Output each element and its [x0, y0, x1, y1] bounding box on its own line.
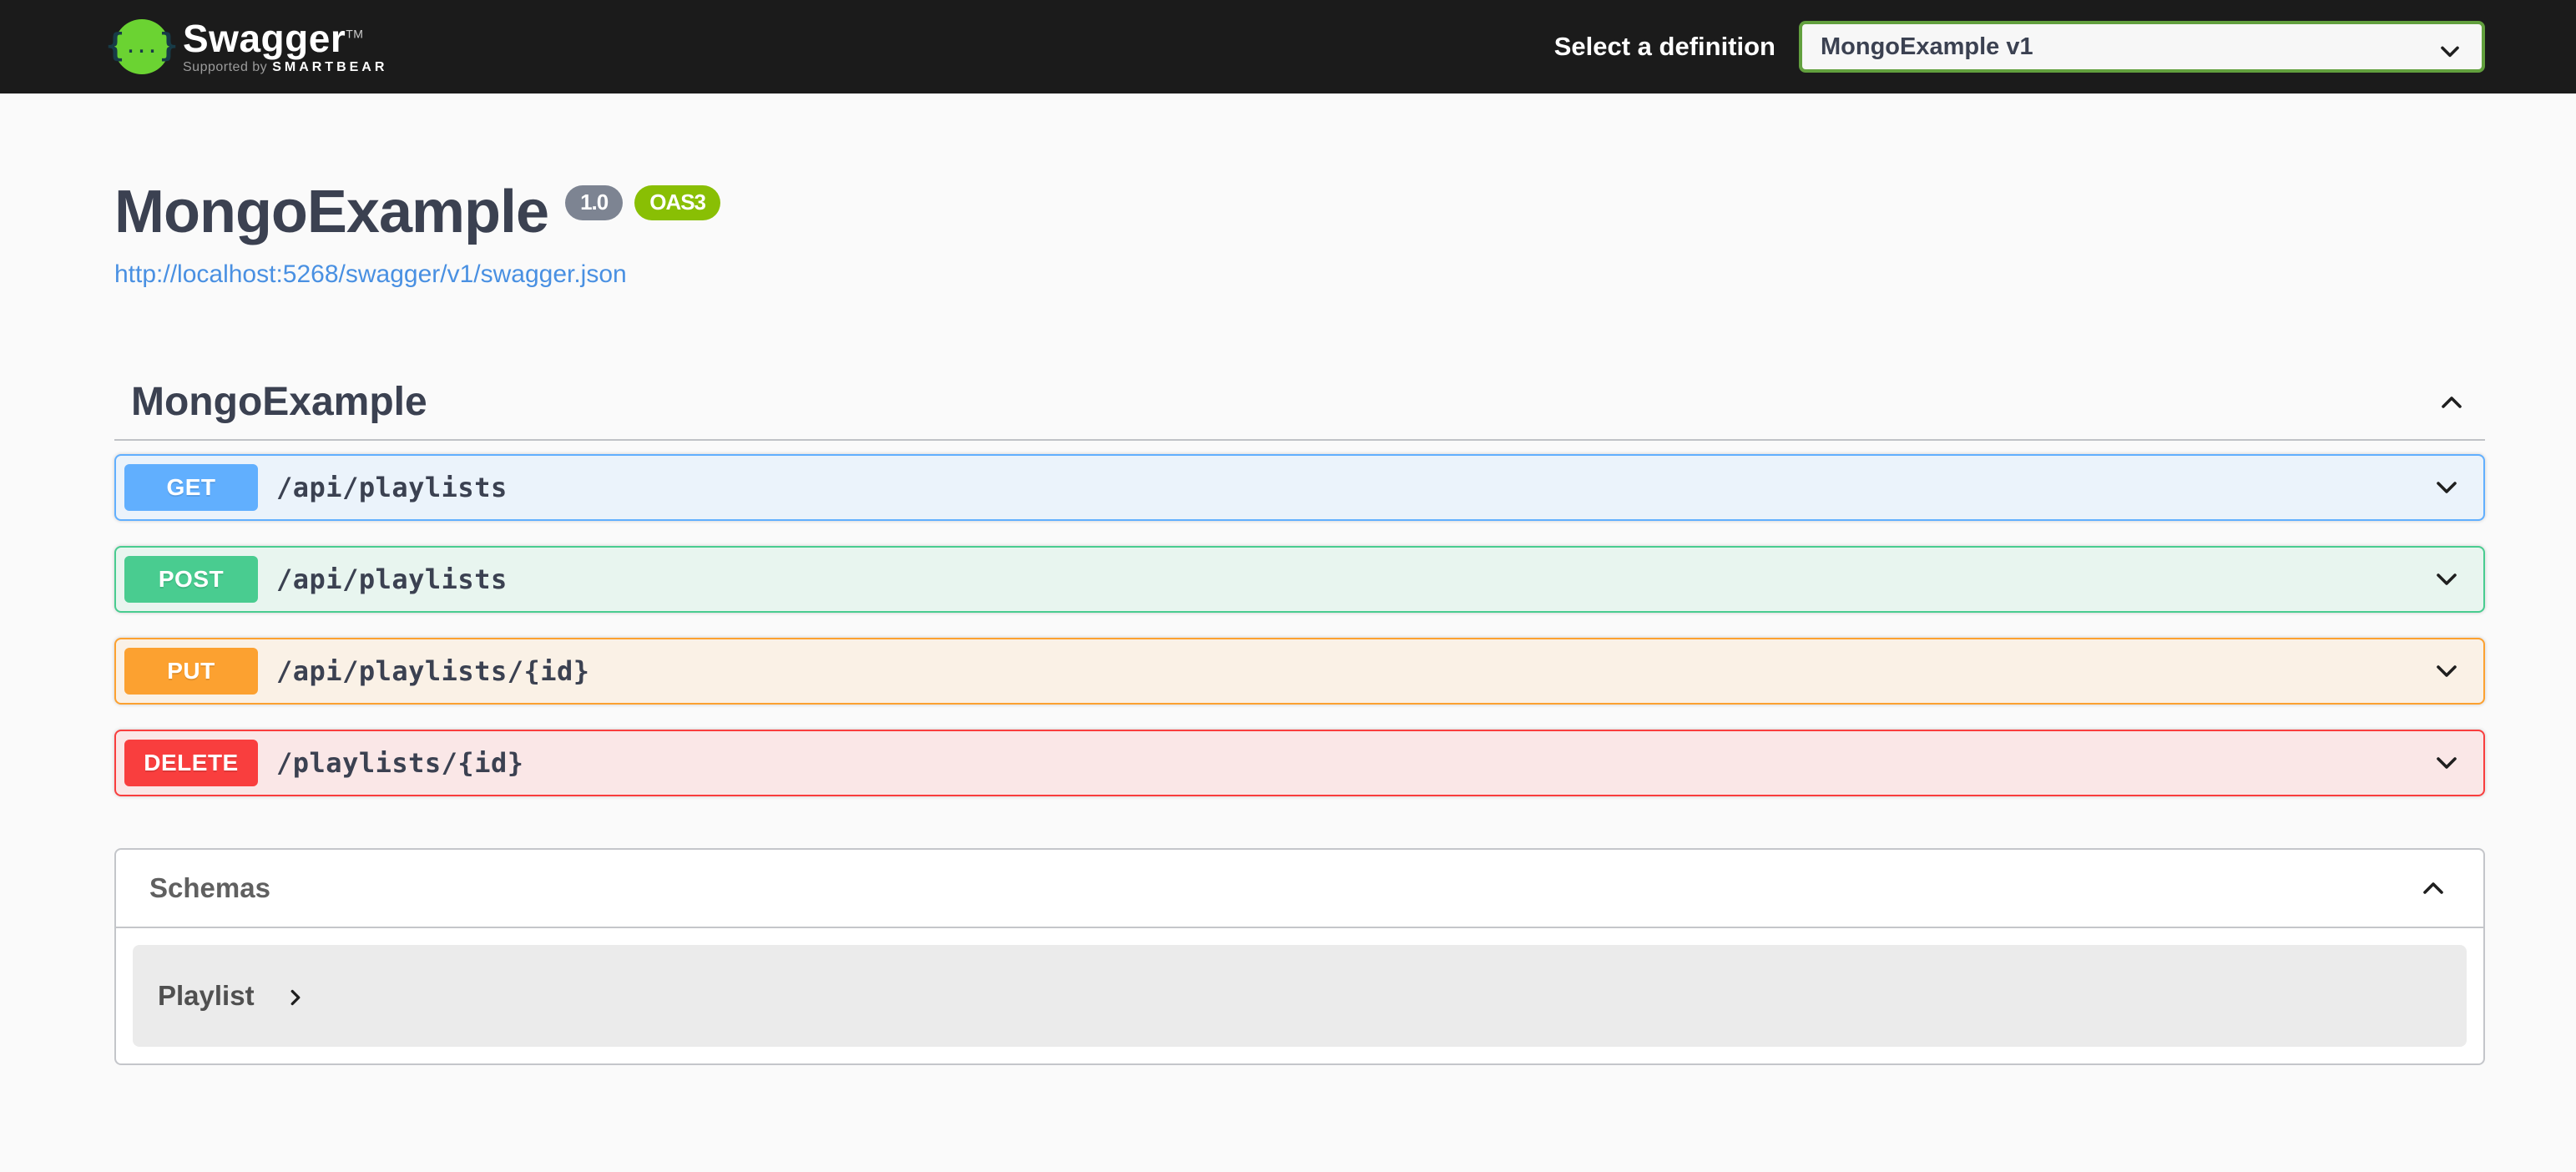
schema-model-name: Playlist — [158, 980, 255, 1011]
api-info: MongoExample 1.0 OAS3 http://localhost:5… — [114, 180, 2485, 289]
logo-brace-right: } — [159, 26, 179, 63]
chevron-down-icon[interactable] — [2430, 471, 2463, 504]
schemas-body: Playlist — [116, 928, 2483, 1063]
topbar-inner: {...} SwaggerTM Supported by SMARTBEAR Se… — [106, 0, 2485, 93]
operation-path: /playlists/{id} — [276, 747, 524, 779]
tag-section-title: MongoExample — [131, 380, 427, 424]
logo-brace-left: { — [105, 26, 125, 63]
page-title: MongoExample 1.0 OAS3 — [114, 180, 2485, 244]
operation-row[interactable]: DELETE /playlists/{id} — [114, 730, 2485, 796]
operation-row[interactable]: POST /api/playlists — [114, 546, 2485, 613]
method-badge: GET — [124, 464, 258, 511]
operation-row[interactable]: GET /api/playlists — [114, 454, 2485, 521]
trademark-symbol: TM — [346, 27, 364, 41]
chevron-down-icon[interactable] — [2430, 746, 2463, 780]
schema-model-row[interactable]: Playlist — [133, 945, 2467, 1047]
method-badge: POST — [124, 556, 258, 603]
schemas-header[interactable]: Schemas — [116, 850, 2483, 928]
topbar: {...} SwaggerTM Supported by SMARTBEAR Se… — [0, 0, 2576, 93]
logo-wordmark: SwaggerTM — [183, 16, 364, 60]
schemas-section: Schemas Playlist — [114, 848, 2485, 1065]
chevron-down-icon[interactable] — [2430, 654, 2463, 688]
logo-tagline: Supported by SMARTBEAR — [183, 60, 388, 75]
operation-path: /api/playlists — [276, 472, 508, 503]
main-content: MongoExample 1.0 OAS3 http://localhost:5… — [114, 180, 2485, 1149]
logo-text-column: SwaggerTM Supported by SMARTBEAR — [183, 18, 387, 75]
operation-path: /api/playlists/{id} — [276, 655, 590, 687]
oas3-badge: OAS3 — [634, 185, 721, 220]
chevron-down-icon[interactable] — [2430, 563, 2463, 596]
swagger-logo-icon: {...} — [106, 18, 178, 74]
operation-row[interactable]: PUT /api/playlists/{id} — [114, 638, 2485, 705]
chevron-up-icon[interactable] — [2435, 386, 2468, 419]
swagger-logo-link[interactable]: {...} SwaggerTM Supported by SMARTBEAR — [106, 18, 387, 75]
smartbear-brand: SMARTBEAR — [272, 60, 388, 75]
definition-select[interactable]: MongoExample v1 — [1799, 21, 2485, 73]
tag-section-header[interactable]: MongoExample — [114, 382, 2485, 441]
schemas-title: Schemas — [149, 872, 270, 903]
method-badge: DELETE — [124, 740, 258, 786]
spec-url-link[interactable]: http://localhost:5268/swagger/v1/swagger… — [114, 260, 627, 289]
api-title-text: MongoExample — [114, 179, 549, 245]
definition-select-value: MongoExample v1 — [1821, 33, 2033, 60]
chevron-up-icon[interactable] — [2417, 871, 2450, 905]
tag-section: MongoExample GET /api/playlists POST /ap… — [114, 382, 2485, 796]
method-badge: PUT — [124, 648, 258, 695]
operations-list: GET /api/playlists POST /api/playlists P… — [114, 441, 2485, 796]
chevron-down-icon — [2441, 46, 2459, 58]
version-badge: 1.0 — [565, 185, 624, 220]
operation-path: /api/playlists — [276, 563, 508, 595]
logo-dots: ... — [125, 36, 159, 57]
definition-select-wrap: Select a definition MongoExample v1 — [1554, 21, 2485, 73]
select-definition-label: Select a definition — [1553, 32, 1775, 61]
chevron-right-icon — [290, 989, 300, 1006]
